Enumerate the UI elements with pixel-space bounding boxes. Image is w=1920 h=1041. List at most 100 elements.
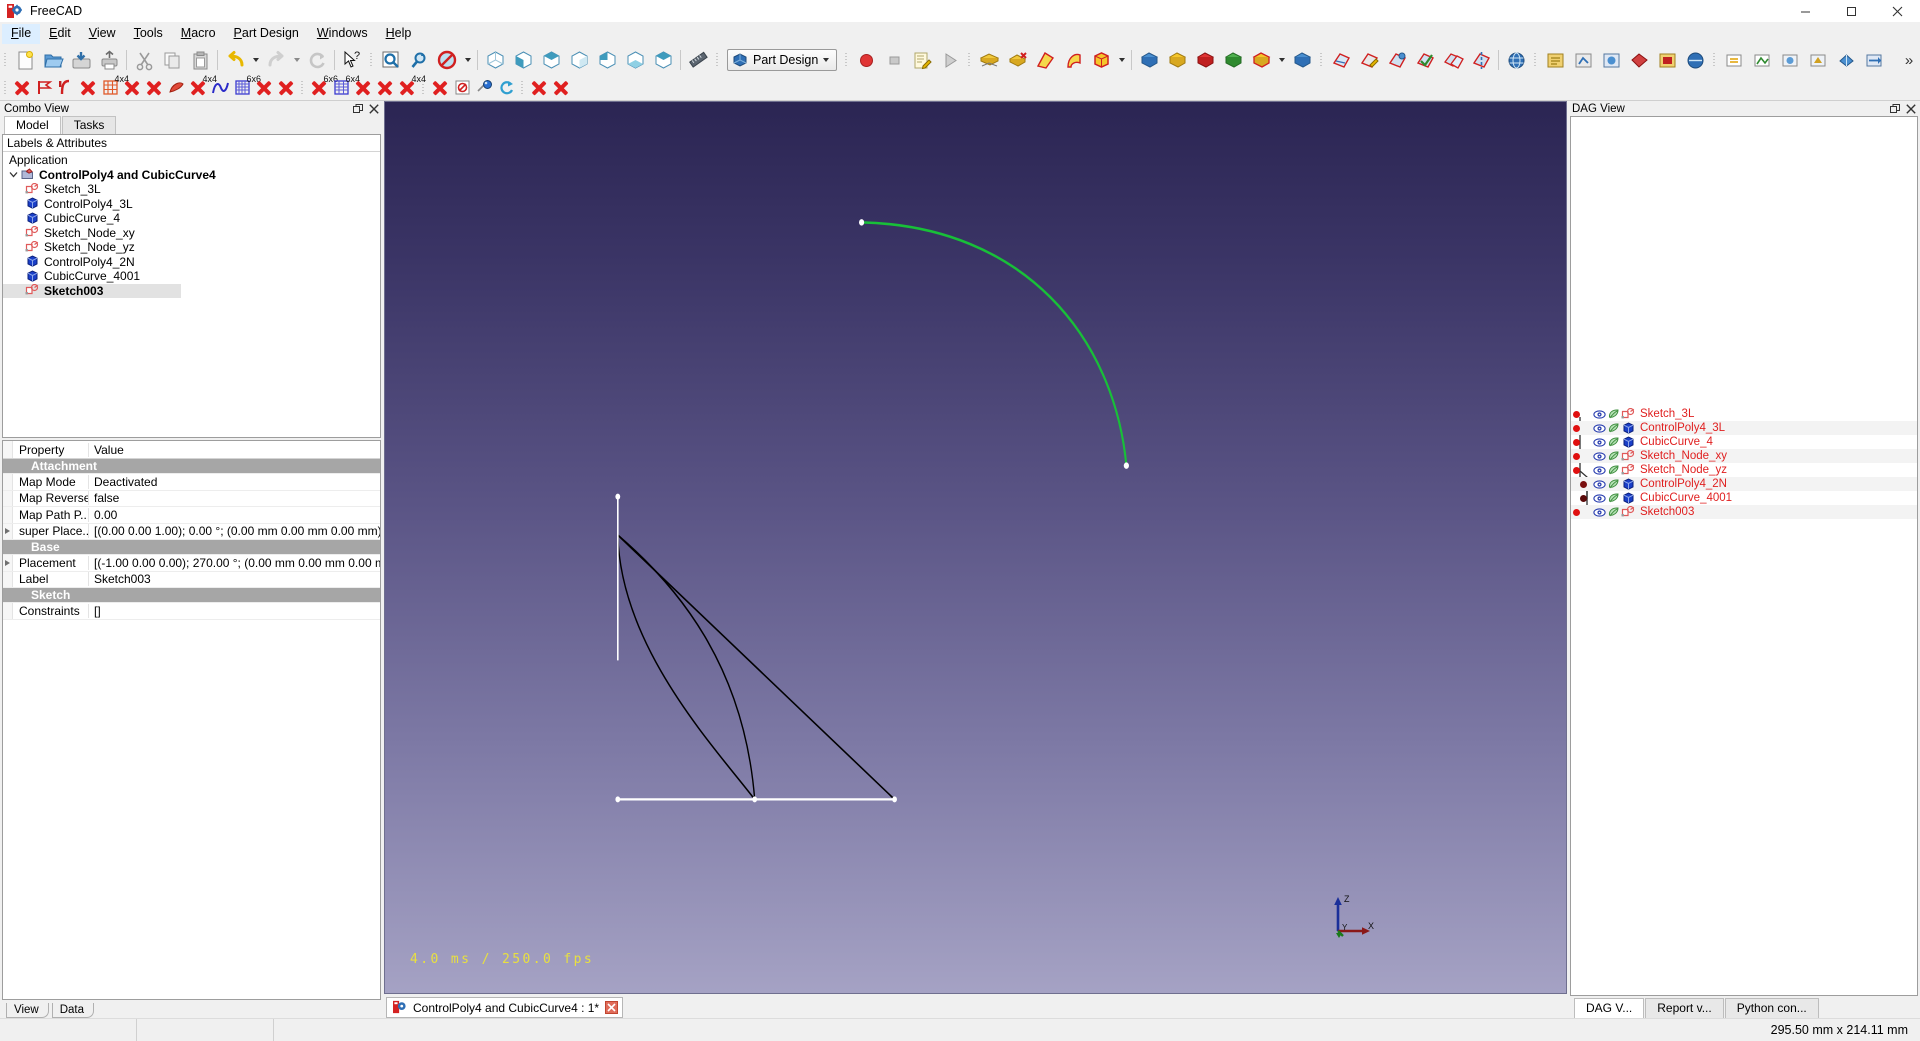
property-value[interactable]: [] [89, 604, 380, 618]
macro-execute-icon[interactable] [936, 47, 964, 73]
print-document-icon[interactable] [95, 47, 123, 73]
dag-node-controlpoly4_3l[interactable]: ControlPoly4_3L [1571, 421, 1917, 435]
isometric-view-icon[interactable] [481, 47, 509, 73]
visibility-eye-icon[interactable] [1593, 464, 1606, 477]
tree-item-controlpoly4_2n[interactable]: ControlPoly4_2N [3, 255, 380, 270]
toolbar-grip[interactable] [368, 49, 375, 71]
dag-view-float-button[interactable] [1888, 102, 1901, 115]
macro-x3-icon[interactable] [121, 75, 143, 101]
property-row-constraints[interactable]: Constraints[] [3, 603, 380, 620]
workbench-selector[interactable]: Part Design [727, 49, 838, 71]
tree-item-cubiccurve_4001[interactable]: CubicCurve_4001 [3, 269, 380, 284]
undo-icon[interactable] [221, 47, 249, 73]
maximize-button[interactable] [1828, 0, 1874, 23]
grid-6x4-icon[interactable]: 6x4 [330, 74, 360, 101]
dag-node-cubiccurve_4[interactable]: CubicCurve_4 [1571, 435, 1917, 449]
property-value[interactable]: Deactivated [89, 475, 380, 489]
tree-item-sketch003[interactable]: Sketch003 [3, 283, 181, 298]
visibility-eye-icon[interactable] [1593, 506, 1606, 519]
property-expand-cell[interactable] [3, 523, 13, 539]
property-row-map-path-p-[interactable]: Map Path P... 0.00 [3, 507, 380, 524]
chevron-right-icon[interactable] [5, 559, 10, 566]
thickness-icon[interactable] [1219, 47, 1247, 73]
macro-x5-icon[interactable]: 4x4 [187, 74, 217, 101]
toolbar-grip[interactable] [966, 49, 973, 71]
top-view-icon[interactable] [537, 47, 565, 73]
visibility-eye-icon[interactable] [1593, 408, 1606, 421]
macro-toolbar-grip[interactable] [519, 77, 526, 99]
draw-style-dropdown-arrow-icon[interactable] [461, 47, 474, 73]
fit-all-icon[interactable] [377, 47, 405, 73]
edit-sketch-icon[interactable] [1355, 47, 1383, 73]
tab-report-view[interactable]: Report v... [1645, 998, 1724, 1018]
menu-view[interactable]: View [80, 24, 125, 44]
3d-viewport[interactable]: 4.0 ms / 250.0 fps Z X Y [384, 101, 1567, 994]
macro-x4-icon[interactable] [143, 75, 165, 101]
refresh-icon[interactable] [303, 47, 331, 73]
dag-node-sketch_node_xy[interactable]: Sketch_Node_xy [1571, 449, 1917, 463]
dag-node-sketch003[interactable]: Sketch003 [1571, 505, 1917, 519]
visibility-eye-icon[interactable] [1593, 450, 1606, 463]
save-document-icon[interactable] [67, 47, 95, 73]
flag-icon[interactable] [33, 75, 55, 101]
extra-tool-3-icon[interactable] [1776, 47, 1804, 73]
toolbar-grip[interactable] [714, 49, 721, 71]
macro-x-icon[interactable] [11, 75, 33, 101]
macro-x7-icon[interactable] [275, 75, 297, 101]
sketcher-tool-2-icon[interactable] [1569, 47, 1597, 73]
dag-node-controlpoly4_2n[interactable]: ControlPoly4_2N [1571, 477, 1917, 491]
extra-tool-4-icon[interactable] [1804, 47, 1832, 73]
new-sketch-icon[interactable] [1327, 47, 1355, 73]
macro-x6-icon[interactable] [253, 75, 275, 101]
menu-part-design[interactable]: Part Design [225, 24, 308, 44]
toolbar-grip[interactable] [843, 49, 850, 71]
tree-item-controlpoly4_3l[interactable]: ControlPoly4_3L [3, 197, 380, 212]
sketcher-tool-3-icon[interactable] [1597, 47, 1625, 73]
tree-root-application[interactable]: Application [3, 153, 380, 168]
boolean-icon[interactable] [1288, 47, 1316, 73]
macro-x11-icon[interactable]: 4x4 [396, 74, 426, 101]
macro-stop-icon[interactable] [880, 47, 908, 73]
toolbar-grip[interactable] [1532, 49, 1539, 71]
cut-icon[interactable] [130, 47, 158, 73]
merge-sketch-icon[interactable] [1439, 47, 1467, 73]
sketcher-tool-4-icon[interactable] [1625, 47, 1653, 73]
validate-sketch-icon[interactable] [1411, 47, 1439, 73]
extra-tool-6-icon[interactable] [1860, 47, 1888, 73]
pad-icon[interactable] [975, 47, 1003, 73]
macro-edit-icon[interactable] [908, 47, 936, 73]
menu-macro[interactable]: Macro [172, 24, 225, 44]
tree-item-sketch_node_yz[interactable]: Sketch_Node_yz [3, 240, 380, 255]
measure-icon[interactable] [684, 47, 712, 73]
menu-file[interactable]: File [2, 24, 41, 44]
tab-tasks[interactable]: Tasks [61, 116, 117, 134]
dag-node-cubiccurve_4001[interactable]: CubicCurve_4001 [1571, 491, 1917, 505]
grid-4x4-icon[interactable]: 4x4 [99, 74, 129, 101]
macro-record-icon[interactable] [852, 47, 880, 73]
property-value[interactable]: [(0.00 0.00 1.00); 0.00 °; (0.00 mm 0.00… [89, 524, 380, 538]
extra-tool-5-icon[interactable] [1832, 47, 1860, 73]
minimize-button[interactable] [1782, 0, 1828, 23]
tab-model[interactable]: Model [4, 116, 61, 134]
leaf-icon[interactable] [1607, 506, 1620, 519]
dag-graph[interactable]: Sketch_3L ControlPoly4_3L CubicCurve_4 Sket… [1570, 116, 1918, 996]
new-document-icon[interactable] [11, 47, 39, 73]
property-row-label[interactable]: Label Sketch003 [3, 571, 380, 588]
macro-x8-icon[interactable]: 6x6 [308, 74, 338, 101]
extra-tool-2-icon[interactable] [1748, 47, 1776, 73]
visibility-eye-icon[interactable] [1593, 436, 1606, 449]
property-value[interactable]: 0.00 [89, 508, 380, 522]
tab-python-console[interactable]: Python con... [1724, 998, 1819, 1018]
menu-tools[interactable]: Tools [125, 24, 172, 44]
sketcher-tool-5-icon[interactable] [1653, 47, 1681, 73]
revolution-icon[interactable] [1031, 47, 1059, 73]
property-row-map-reversed[interactable]: Map Reversedfalse [3, 490, 380, 507]
leaf-icon[interactable] [1607, 422, 1620, 435]
sketcher-tool-6-icon[interactable] [1681, 47, 1709, 73]
tree-item-document[interactable]: ControlPoly4 and CubicCurve4 [3, 168, 380, 183]
pattern-icon[interactable] [1247, 47, 1275, 73]
macro-x2-icon[interactable] [77, 75, 99, 101]
pocket-icon[interactable] [1003, 47, 1031, 73]
whats-this-icon[interactable]: ? [338, 47, 366, 73]
sketcher-tool-1-icon[interactable] [1541, 47, 1569, 73]
